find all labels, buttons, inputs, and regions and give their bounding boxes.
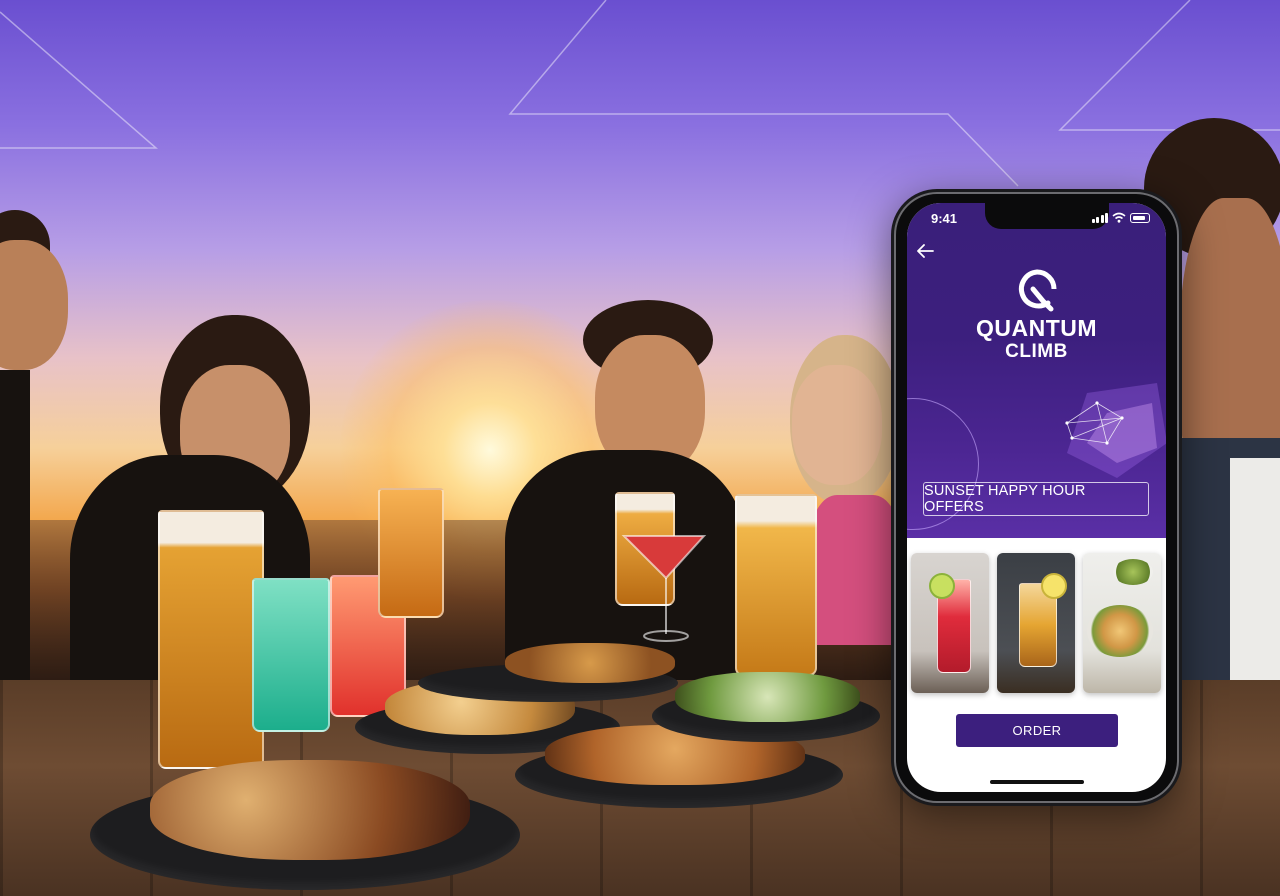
food-skewers — [150, 760, 470, 860]
status-time: 9:41 — [931, 211, 958, 226]
decorative-lines — [0, 0, 1280, 187]
signal-icon — [1091, 213, 1108, 223]
food-platter-image — [1087, 605, 1153, 657]
phone-screen: 9:41 QUANTUM CLIMB SUNSET HAPPY HOUR OFF… — [907, 203, 1166, 792]
food-salad — [675, 672, 860, 722]
martini-glass — [621, 535, 707, 642]
food-fries — [505, 643, 675, 683]
brand-name-line1: QUANTUM — [975, 315, 1098, 341]
status-icons — [1091, 212, 1150, 223]
crystal-mesh-graphic — [1065, 383, 1166, 478]
green-cocktail-glass — [252, 578, 330, 732]
offer-cards — [911, 553, 1163, 693]
wifi-icon — [1112, 212, 1126, 223]
quantum-climb-logo-icon — [1018, 269, 1057, 312]
battery-icon — [1130, 213, 1150, 223]
back-arrow-icon[interactable] — [913, 239, 937, 263]
home-indicator — [990, 780, 1084, 784]
beer-glass — [158, 510, 264, 769]
order-button[interactable]: ORDER — [956, 714, 1118, 747]
offer-card-iced-drink[interactable] — [997, 553, 1075, 693]
phone-notch — [985, 203, 1109, 229]
sunset-happy-hour-offers-button[interactable]: SUNSET HAPPY HOUR OFFERS — [923, 482, 1149, 516]
offer-card-red-cocktail[interactable] — [911, 553, 989, 693]
iced-tea-glass — [378, 488, 444, 618]
beer-glass-right — [735, 494, 817, 676]
side-dish — [1113, 559, 1153, 585]
brand-name-line2: CLIMB — [1005, 341, 1068, 362]
phone-mockup: 9:41 QUANTUM CLIMB SUNSET HAPPY HOUR OFF… — [891, 189, 1182, 806]
lime-slice — [929, 573, 955, 599]
offer-card-food-platter[interactable] — [1083, 553, 1161, 693]
lemon-slice — [1041, 573, 1067, 599]
